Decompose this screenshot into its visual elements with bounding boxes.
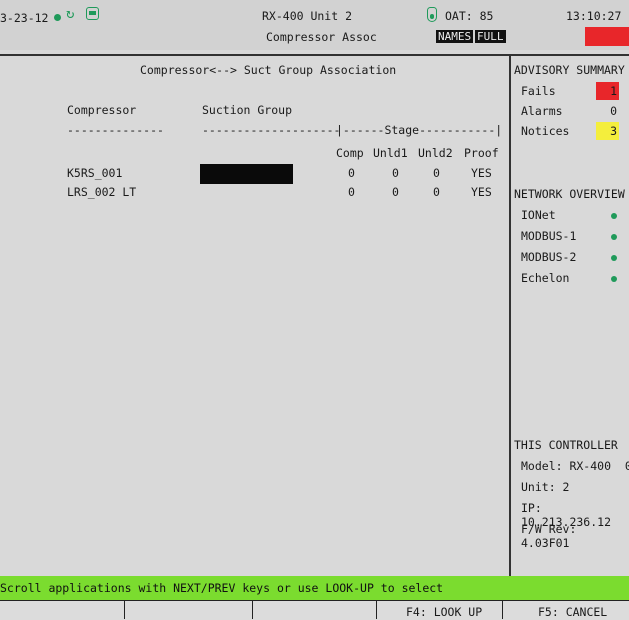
row-unld2: 0 (433, 185, 440, 199)
panel-divider (509, 56, 511, 576)
row-comp: 0 (348, 166, 355, 180)
column-header-compressor: Compressor (67, 103, 137, 117)
f4-lookup-button[interactable]: F4: LOOK UP (406, 605, 482, 619)
row-compressor: K5RS_001 (67, 166, 123, 180)
names-tag[interactable]: NAMES (436, 30, 474, 43)
row-compressor: LRS_002 LT (67, 185, 137, 199)
row-proof: YES (471, 185, 492, 199)
header-divider (0, 54, 629, 56)
network-item-modbus-2[interactable]: MODBUS-2 (521, 250, 576, 264)
network-ok-icon (611, 255, 617, 261)
page-title: Compressor<--> Suct Group Association (140, 63, 397, 77)
status-message: Scroll applications with NEXT/PREV keys … (0, 581, 444, 595)
header-oat: OAT: 85 (445, 9, 494, 23)
controller-model: Model: RX-400 00 (521, 459, 629, 473)
notices-label[interactable]: Notices (521, 124, 569, 138)
fails-value: 1 (610, 84, 617, 98)
fkey-divider (252, 601, 253, 619)
function-key-bar (0, 600, 629, 620)
network-ok-icon (611, 276, 617, 282)
controller-title: THIS CONTROLLER (514, 438, 618, 452)
advisory-summary-title: ADVISORY SUMMARY (514, 63, 625, 77)
alarms-value: 0 (610, 104, 617, 118)
column-header-proof: Proof (464, 146, 499, 160)
suction-group-field[interactable] (200, 164, 293, 184)
header-title: RX-400 Unit 2 (262, 9, 353, 23)
controller-unit: Unit: 2 (521, 480, 570, 494)
network-item-echelon[interactable]: Echelon (521, 271, 569, 285)
screen: 3-23-12 ↻ RX-400 Unit 2 Compressor Assoc… (0, 0, 629, 620)
app-icon[interactable] (86, 7, 99, 20)
alarm-indicator[interactable] (585, 27, 629, 46)
header-subtitle: Compressor Assoc (266, 30, 377, 44)
row-unld2: 0 (433, 166, 440, 180)
full-tag[interactable]: FULL (475, 30, 506, 43)
network-ok-icon (611, 213, 617, 219)
fails-label[interactable]: Fails (521, 84, 556, 98)
network-overview-title: NETWORK OVERVIEW (514, 187, 625, 201)
header-time: 13:10:27 (566, 9, 622, 23)
row-unld1: 0 (392, 166, 399, 180)
column-underline-compressor: -------------- (67, 123, 164, 137)
network-item-ionet[interactable]: IONet (521, 208, 556, 222)
fkey-divider (502, 601, 503, 619)
alarms-label[interactable]: Alarms (521, 104, 563, 118)
row-unld1: 0 (392, 185, 399, 199)
column-header-comp: Comp (336, 146, 364, 160)
fkey-divider (376, 601, 377, 619)
column-header-unld2: Unld2 (418, 146, 453, 160)
header-date: 3-23-12 (0, 11, 49, 25)
network-ok-icon (611, 234, 617, 240)
row-proof: YES (471, 166, 492, 180)
column-underline-suction-group: -------------------- (202, 123, 341, 137)
header-bar: 3-23-12 ↻ RX-400 Unit 2 Compressor Assoc… (0, 0, 629, 50)
row-comp: 0 (348, 185, 355, 199)
status-dot-icon (54, 14, 61, 21)
stage-group-header: |------Stage-----------| (336, 123, 503, 137)
column-header-suction-group: Suction Group (202, 103, 293, 117)
f5-cancel-button[interactable]: F5: CANCEL (538, 605, 607, 619)
controller-firmware: F/W Rev: 4.03F01 (521, 522, 577, 550)
refresh-icon[interactable]: ↻ (66, 7, 80, 21)
notices-value: 3 (610, 124, 617, 138)
column-header-unld1: Unld1 (373, 146, 408, 160)
network-item-modbus-1[interactable]: MODBUS-1 (521, 229, 576, 243)
thermometer-icon (427, 7, 437, 22)
fkey-divider (124, 601, 125, 619)
